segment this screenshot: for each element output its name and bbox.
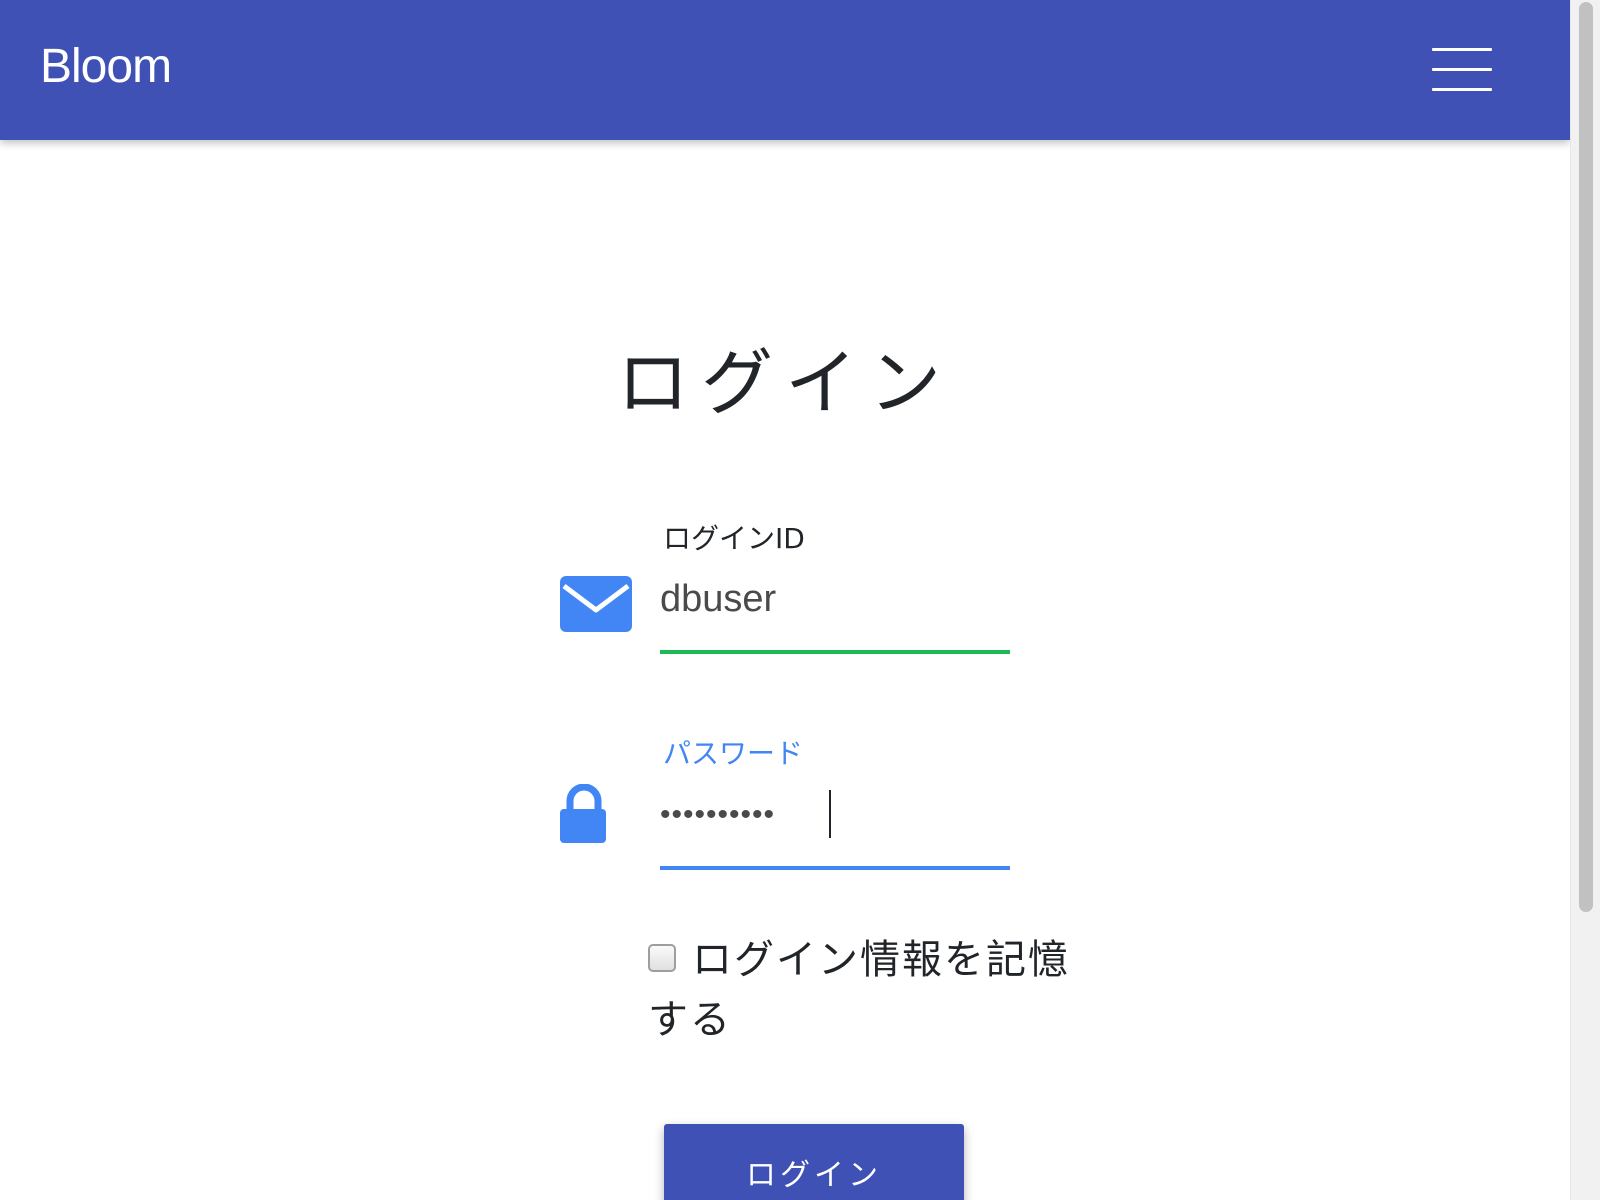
brand-logo[interactable]: Bloom	[40, 38, 172, 96]
top-navbar: Bloom	[0, 0, 1570, 140]
login-page: Bloom ログイン ログインID パスワード ログイン情報を記憶する ログイン	[0, 0, 1600, 1200]
text-cursor	[829, 790, 831, 838]
login-id-label: ログインID	[663, 522, 805, 555]
login-id-underline	[660, 650, 1010, 654]
password-input[interactable]	[660, 790, 1010, 840]
login-submit-button[interactable]: ログイン	[664, 1124, 964, 1200]
scrollbar-thumb[interactable]	[1579, 2, 1593, 912]
password-underline	[660, 866, 1010, 870]
password-label: パスワード	[663, 737, 804, 770]
login-id-input[interactable]	[660, 574, 1010, 624]
remember-me: ログイン情報を記憶する	[648, 930, 1098, 1050]
page-title: ログイン	[616, 341, 953, 425]
lock-icon	[560, 784, 606, 843]
envelope-icon	[560, 576, 632, 632]
remember-label[interactable]: ログイン情報を記憶する	[648, 930, 1098, 1050]
hamburger-menu-icon[interactable]	[1424, 42, 1496, 98]
vertical-scrollbar[interactable]	[1570, 0, 1600, 1200]
